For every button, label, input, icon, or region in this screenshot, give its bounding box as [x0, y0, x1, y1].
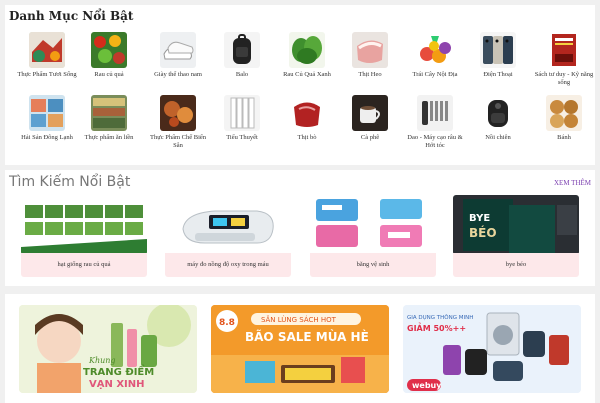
category-sneakers[interactable]: Giày thể thao nam [146, 32, 210, 79]
category-label: Hải Sản Đông Lạnh [21, 134, 73, 141]
category-label: Thực Phẩm Chế Biến Sẵn [149, 134, 207, 149]
banner-text: GIA DỤNG THÔNG MINH [407, 314, 473, 321]
category-label: Bánh [557, 134, 571, 141]
category-fresh-food[interactable]: Thực Phẩm Tươi Sống [15, 32, 79, 79]
diet-book-icon: BYE BÉO [453, 195, 579, 255]
pork-icon [352, 32, 388, 68]
prepared-food-icon [160, 95, 196, 131]
summer-book-sale-banner[interactable]: 8.8 SĂN LÙNG SÁCH HOT BÃO SALE MÙA HÈ [211, 305, 389, 393]
air-fryer-icon [480, 95, 516, 131]
category-label: Dao - Máy cạo râu & Hớt tóc [407, 134, 463, 149]
banner-brand: webuy [412, 381, 442, 390]
banner-badge: 8.8 [219, 318, 235, 328]
seed-packets-icon [21, 195, 147, 255]
instant-food-icon [91, 95, 127, 131]
category-label: Trái Cây Nội Địa [412, 71, 458, 78]
category-greens[interactable]: Rau Củ Quả Xanh [275, 32, 339, 79]
category-label: Cà phê [360, 134, 380, 141]
book-icon [546, 32, 582, 68]
trending-item-label: hạt giống rau củ quả [21, 253, 147, 277]
see-more-link[interactable]: XEM THÊM [554, 179, 591, 187]
shaver-icon [417, 95, 453, 131]
category-label: Thực phẩm ăn liền [84, 134, 134, 141]
trending-item-sanitary-pad[interactable]: băng vệ sinh [310, 195, 436, 279]
category-label: Sách tư duy - Kỹ năng sống [534, 71, 594, 86]
bakery-icon [546, 95, 582, 131]
category-fruit[interactable]: Trái Cây Nội Địa [403, 32, 467, 79]
novel-icon [224, 95, 260, 131]
category-air-fryer[interactable]: Nồi chiên [466, 95, 530, 142]
coffee-icon [352, 95, 388, 131]
category-beef[interactable]: Thịt bò [275, 95, 339, 142]
category-label: Nồi chiên [485, 134, 511, 141]
backpack-icon [224, 32, 260, 68]
trending-item-label: băng vệ sinh [310, 253, 436, 277]
category-label: Balo [235, 71, 249, 78]
banner-text: BÃO SALE MÙA HÈ [245, 329, 369, 344]
vegetables-icon [91, 32, 127, 68]
category-books[interactable]: Sách tư duy - Kỹ năng sống [532, 32, 596, 87]
category-pork[interactable]: Thịt Heo [338, 32, 402, 79]
sneakers-icon [160, 32, 196, 68]
category-label: Rau Củ Quả Xanh [283, 71, 331, 78]
category-instant-food[interactable]: Thực phẩm ăn liền [77, 95, 141, 142]
category-bakery[interactable]: Bánh [532, 95, 596, 142]
category-label: Điện Thoại [483, 71, 513, 78]
greens-icon [289, 32, 325, 68]
category-frozen-seafood[interactable]: Hải Sản Đông Lạnh [15, 95, 79, 142]
promo-banners-card: Khung TRANG ĐIỂM VẠN XINH 8.8 SĂN LÙNG S… [5, 294, 595, 403]
fruit-icon [417, 32, 453, 68]
category-label: Thịt Heo [358, 71, 382, 78]
category-vegetables[interactable]: Rau củ quả [77, 32, 141, 79]
trending-item-label: máy đo nồng độ oxy trong máu [165, 253, 291, 277]
category-phone[interactable]: Điện Thoại [466, 32, 530, 79]
featured-categories-card: Danh Mục Nổi Bật Thực Phẩm Tươi Sống Rau… [5, 5, 595, 165]
beef-icon [289, 95, 325, 131]
category-novel[interactable]: Tiểu Thuyết [210, 95, 274, 142]
category-label: Tiểu Thuyết [226, 134, 258, 141]
home-appliance-banner[interactable]: GIA DỤNG THÔNG MINH GIẢM 50%++ webuy [403, 305, 581, 393]
trending-search-card: Tìm Kiếm Nổi Bật XEM THÊM hạt giống rau … [5, 170, 595, 286]
category-shaver[interactable]: Dao - Máy cạo râu & Hớt tóc [403, 95, 467, 150]
category-label: Rau củ quả [94, 71, 124, 78]
frozen-seafood-icon [29, 95, 65, 131]
fresh-food-icon [29, 32, 65, 68]
makeup-banner[interactable]: Khung TRANG ĐIỂM VẠN XINH [19, 305, 197, 393]
category-backpack[interactable]: Balo [210, 32, 274, 79]
trending-item-seeds[interactable]: hạt giống rau củ quả [21, 195, 147, 279]
phone-icon [480, 32, 516, 68]
sanitary-pad-icon [310, 195, 436, 255]
category-prepared-food[interactable]: Thực Phẩm Chế Biến Sẵn [146, 95, 210, 150]
banner-text: Khung [88, 356, 116, 365]
category-label: Giày thể thao nam [154, 71, 202, 78]
category-coffee[interactable]: Cà phê [338, 95, 402, 142]
banner-text: SĂN LÙNG SÁCH HOT [261, 315, 337, 324]
trending-item-oximeter[interactable]: máy đo nồng độ oxy trong máu [165, 195, 291, 279]
svg-text:BYE: BYE [469, 213, 490, 224]
trending-search-title: Tìm Kiếm Nổi Bật [9, 174, 131, 190]
trending-item-label: bye béo [453, 253, 579, 277]
svg-text:BÉO: BÉO [469, 225, 497, 240]
banner-text: VẠN XINH [89, 379, 145, 390]
banner-text: GIẢM 50%++ [407, 322, 466, 333]
category-label: Thịt bò [297, 134, 317, 141]
featured-categories-title: Danh Mục Nổi Bật [9, 9, 134, 23]
trending-item-bye-beo[interactable]: BYE BÉO bye béo [453, 195, 579, 279]
pulse-oximeter-icon [165, 195, 291, 255]
category-label: Thực Phẩm Tươi Sống [17, 71, 77, 78]
